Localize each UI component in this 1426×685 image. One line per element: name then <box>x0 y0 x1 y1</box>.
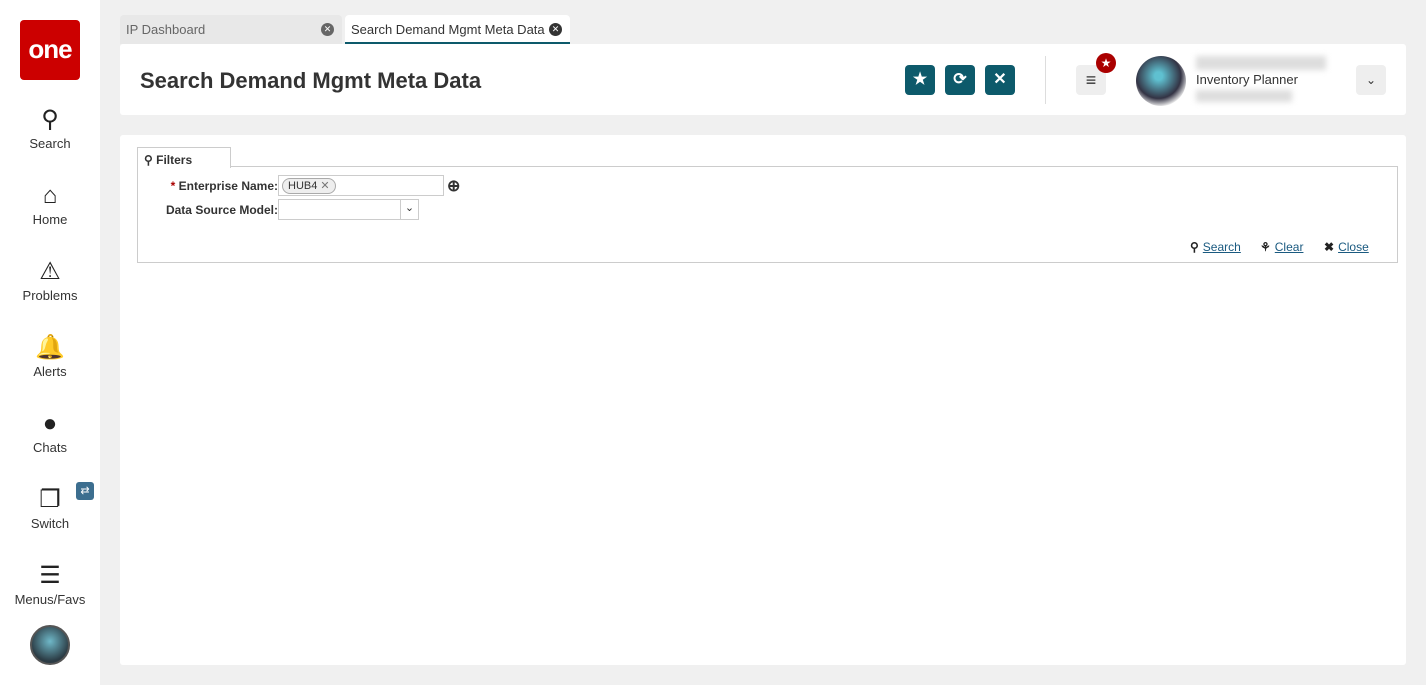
data-source-model-select[interactable]: ⌄ <box>278 199 419 220</box>
close-link[interactable]: ✖ Close <box>1324 240 1369 254</box>
tab-search-demand[interactable]: Search Demand Mgmt Meta Data ✕ <box>345 15 570 44</box>
clear-link[interactable]: ⚘ Clear <box>1260 240 1303 254</box>
broom-icon: ⚘ <box>1260 240 1271 254</box>
sidebar-item-alerts[interactable]: 🔔 Alerts <box>0 334 100 379</box>
home-icon: ⌂ <box>42 182 58 209</box>
favorite-button[interactable]: ★ <box>905 65 935 95</box>
chip-label: HUB4 <box>288 180 318 192</box>
sidebar-item-label: Problems <box>22 288 78 303</box>
hamburger-icon: ≡ <box>1085 70 1097 90</box>
star-badge-icon: ★ <box>1096 53 1116 73</box>
close-icon[interactable]: ✕ <box>321 23 334 36</box>
star-icon: ★ <box>912 71 928 88</box>
avatar[interactable] <box>30 625 70 665</box>
logo[interactable]: one <box>20 20 80 80</box>
sidebar: one ⚲ Search ⌂ Home ⚠ Problems 🔔 Alerts ● Cha… <box>0 0 100 685</box>
sidebar-item-chats[interactable]: ● Chats <box>0 410 100 455</box>
search-link[interactable]: ⚲ Search <box>1190 240 1241 254</box>
tab-label: Search Demand Mgmt Meta Data <box>351 22 545 37</box>
chevron-down-icon: ⌄ <box>400 200 418 219</box>
close-icon: ✕ <box>993 71 1007 88</box>
remove-icon[interactable]: ✕ <box>320 180 329 192</box>
main-panel: ⚲ Filters * Enterprise Name: HUB4 ✕ ⊕ Da… <box>120 135 1406 665</box>
tab-ip-dashboard[interactable]: IP Dashboard ✕ <box>120 15 342 44</box>
sidebar-item-label: Switch <box>30 516 70 531</box>
user-detail-blurred <box>1196 90 1292 102</box>
sidebar-item-home[interactable]: ⌂ Home <box>0 182 100 227</box>
filters-tab-label: Filters <box>156 153 193 167</box>
sidebar-item-label: Menus/Favs <box>14 592 86 607</box>
search-icon: ⚲ <box>41 106 59 133</box>
search-label: Search <box>1202 240 1241 254</box>
sidebar-item-search[interactable]: ⚲ Search <box>0 106 100 151</box>
enterprise-chip: HUB4 ✕ <box>282 178 336 194</box>
search-icon: ⚲ <box>1190 240 1199 254</box>
filters-tab[interactable]: ⚲ Filters <box>137 147 231 168</box>
warning-icon: ⚠ <box>39 258 61 285</box>
sidebar-item-switch[interactable]: ❐ ⇄ Switch <box>0 482 100 531</box>
sidebar-item-label: Alerts <box>33 364 67 379</box>
menu-icon: ☰ <box>39 562 61 589</box>
search-icon: ⚲ <box>144 153 157 167</box>
header: Search Demand Mgmt Meta Data ★ ⟳ ✕ ≡ ★ I… <box>120 44 1406 115</box>
user-role: Inventory Planner <box>1196 72 1298 87</box>
filters-panel: * Enterprise Name: HUB4 ✕ ⊕ Data Source … <box>137 166 1398 263</box>
enterprise-name-label: * Enterprise Name: <box>170 179 278 193</box>
sidebar-item-label: Search <box>29 136 71 151</box>
clear-label: Clear <box>1274 240 1304 254</box>
data-source-model-label: Data Source Model: <box>165 203 278 217</box>
tab-label: IP Dashboard <box>126 22 206 37</box>
chevron-down-icon: ⌄ <box>1365 73 1377 87</box>
user-name-blurred <box>1196 56 1326 70</box>
user-dropdown-button[interactable]: ⌄ <box>1356 65 1386 95</box>
divider <box>1045 56 1046 104</box>
sidebar-item-problems[interactable]: ⚠ Problems <box>0 258 100 303</box>
refresh-icon: ⟳ <box>953 71 967 88</box>
sidebar-item-label: Chats <box>33 440 67 455</box>
close-icon[interactable]: ✕ <box>549 23 562 36</box>
bell-icon: 🔔 <box>35 334 65 361</box>
page-title: Search Demand Mgmt Meta Data <box>140 68 482 93</box>
switch-badge-icon: ⇄ <box>76 482 94 500</box>
user-avatar[interactable] <box>1136 56 1186 106</box>
close-icon: ✖ <box>1324 240 1335 254</box>
enterprise-name-input[interactable]: HUB4 ✕ <box>278 175 444 196</box>
sidebar-item-menus[interactable]: ☰ Menus/Favs <box>0 562 100 607</box>
chat-icon: ● <box>42 410 58 437</box>
sidebar-item-label: Home <box>32 212 68 227</box>
close-button[interactable]: ✕ <box>985 65 1015 95</box>
lookup-zoom-icon[interactable]: ⊕ <box>447 176 460 196</box>
refresh-button[interactable]: ⟳ <box>945 65 975 95</box>
label-text: Enterprise Name: <box>178 179 278 193</box>
close-label: Close <box>1338 240 1369 254</box>
